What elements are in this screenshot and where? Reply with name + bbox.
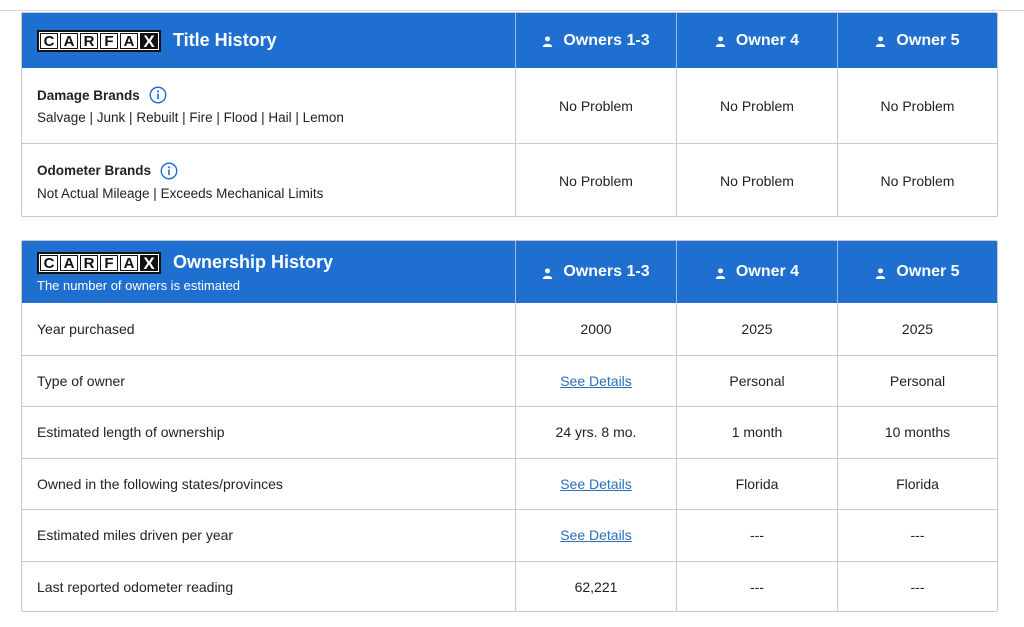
column-header: Owner 4 <box>676 13 837 68</box>
cell-value: Florida <box>837 458 997 509</box>
person-icon <box>543 36 553 47</box>
logo-letter: C <box>40 32 58 49</box>
section-title: Title History <box>173 30 277 50</box>
row-label: Year purchased <box>37 320 135 337</box>
cell-value: No Problem <box>837 68 997 143</box>
row-label: Owned in the following states/provinces <box>37 475 283 492</box>
table-row: Type of owner See Details Personal Perso… <box>22 354 997 406</box>
cell-value: No Problem <box>837 144 997 216</box>
cell-value: 2000 <box>515 303 676 355</box>
column-header-label: Owner 4 <box>735 31 800 49</box>
logo-letter: X <box>140 254 158 272</box>
logo-letter: F <box>100 32 118 49</box>
column-header: Owner 5 <box>837 241 997 303</box>
cell-value: 1 month <box>676 407 837 458</box>
ownership-history-panel: C A R F A X Ownership History The number… <box>21 240 998 612</box>
cell-value: 10 months <box>837 407 997 458</box>
cell-value: No Problem <box>515 68 676 143</box>
cell-value: 24 yrs. 8 mo. <box>515 407 676 458</box>
cell-value: No Problem <box>676 144 837 216</box>
section-subtitle: The number of owners is estimated <box>37 277 241 293</box>
carfax-logo: C A R F A X <box>37 251 161 274</box>
person-icon <box>715 36 726 47</box>
info-icon[interactable] <box>160 162 178 180</box>
row-label: Damage Brands <box>37 87 140 103</box>
cell-value: --- <box>837 561 997 611</box>
logo-letter: A <box>120 254 138 271</box>
column-header-label: Owners 1-3 <box>563 31 650 49</box>
cell-value: Personal <box>676 355 837 406</box>
column-header-label: Owners 1-3 <box>563 263 650 280</box>
top-divider <box>0 10 1024 11</box>
row-label: Type of owner <box>37 372 125 389</box>
logo-letter: F <box>100 254 118 271</box>
person-icon <box>715 267 726 279</box>
cell-value: 62,221 <box>515 561 676 611</box>
logo-letter: R <box>80 32 98 49</box>
table-row: Estimated length of ownership 24 yrs. 8 … <box>22 406 997 458</box>
column-header: Owners 1-3 <box>515 13 676 68</box>
column-header: Owner 5 <box>837 13 997 68</box>
cell-value: 2025 <box>676 303 837 355</box>
table-row: Estimated miles driven per year See Deta… <box>22 509 997 561</box>
cell-value: 2025 <box>837 303 997 355</box>
ownership-history-header: C A R F A X Ownership History The number… <box>22 241 997 303</box>
logo-letter: R <box>80 254 98 271</box>
cell-value: No Problem <box>515 144 676 216</box>
carfax-logo: C A R F A X <box>37 29 161 52</box>
person-icon <box>876 36 886 47</box>
column-header-label: Owner 5 <box>896 31 960 49</box>
see-details-link[interactable]: See Details <box>560 373 632 389</box>
logo-letter: A <box>120 32 138 49</box>
column-header: Owners 1-3 <box>515 241 676 303</box>
person-icon <box>543 267 553 279</box>
title-history-header: C A R F A X Title History Owners 1-3 Own… <box>22 13 997 68</box>
row-description: Not Actual Mileage | Exceeds Mechanical … <box>37 185 324 201</box>
table-row: Damage Brands Salvage | Junk | Rebuilt |… <box>22 68 997 143</box>
see-details-link[interactable]: See Details <box>560 476 632 492</box>
row-label: Odometer Brands <box>37 163 152 178</box>
person-icon <box>876 267 886 279</box>
title-history-heading: C A R F A X Title History <box>22 13 515 68</box>
logo-letter: C <box>40 254 58 271</box>
column-header-label: Owner 5 <box>896 263 960 280</box>
info-icon[interactable] <box>149 86 167 104</box>
row-label: Estimated length of ownership <box>37 424 225 441</box>
logo-letter: X <box>140 32 158 50</box>
title-history-panel: C A R F A X Title History Owners 1-3 Own… <box>21 12 998 217</box>
cell-value: Personal <box>837 355 997 406</box>
cell-value: --- <box>676 510 837 561</box>
table-row: Odometer Brands Not Actual Mileage | Exc… <box>22 143 997 216</box>
row-label: Estimated miles driven per year <box>37 527 234 544</box>
cell-value: --- <box>837 510 997 561</box>
row-label: Last reported odometer reading <box>37 578 234 595</box>
ownership-history-heading: C A R F A X Ownership History The number… <box>22 241 515 303</box>
see-details-link[interactable]: See Details <box>560 527 632 543</box>
column-header-label: Owner 4 <box>735 263 800 280</box>
cell-value: --- <box>676 561 837 611</box>
cell-value: No Problem <box>676 68 837 143</box>
row-description: Salvage | Junk | Rebuilt | Fire | Flood … <box>37 110 344 125</box>
table-row: Last reported odometer reading 62,221 --… <box>22 560 997 611</box>
cell-value: Florida <box>676 458 837 509</box>
logo-letter: A <box>60 254 78 271</box>
column-header: Owner 4 <box>676 241 837 303</box>
logo-letter: A <box>60 32 78 49</box>
table-row: Owned in the following states/provinces … <box>22 457 997 509</box>
section-title: Ownership History <box>173 252 334 272</box>
table-row: Year purchased 2000 2025 2025 <box>22 303 997 355</box>
